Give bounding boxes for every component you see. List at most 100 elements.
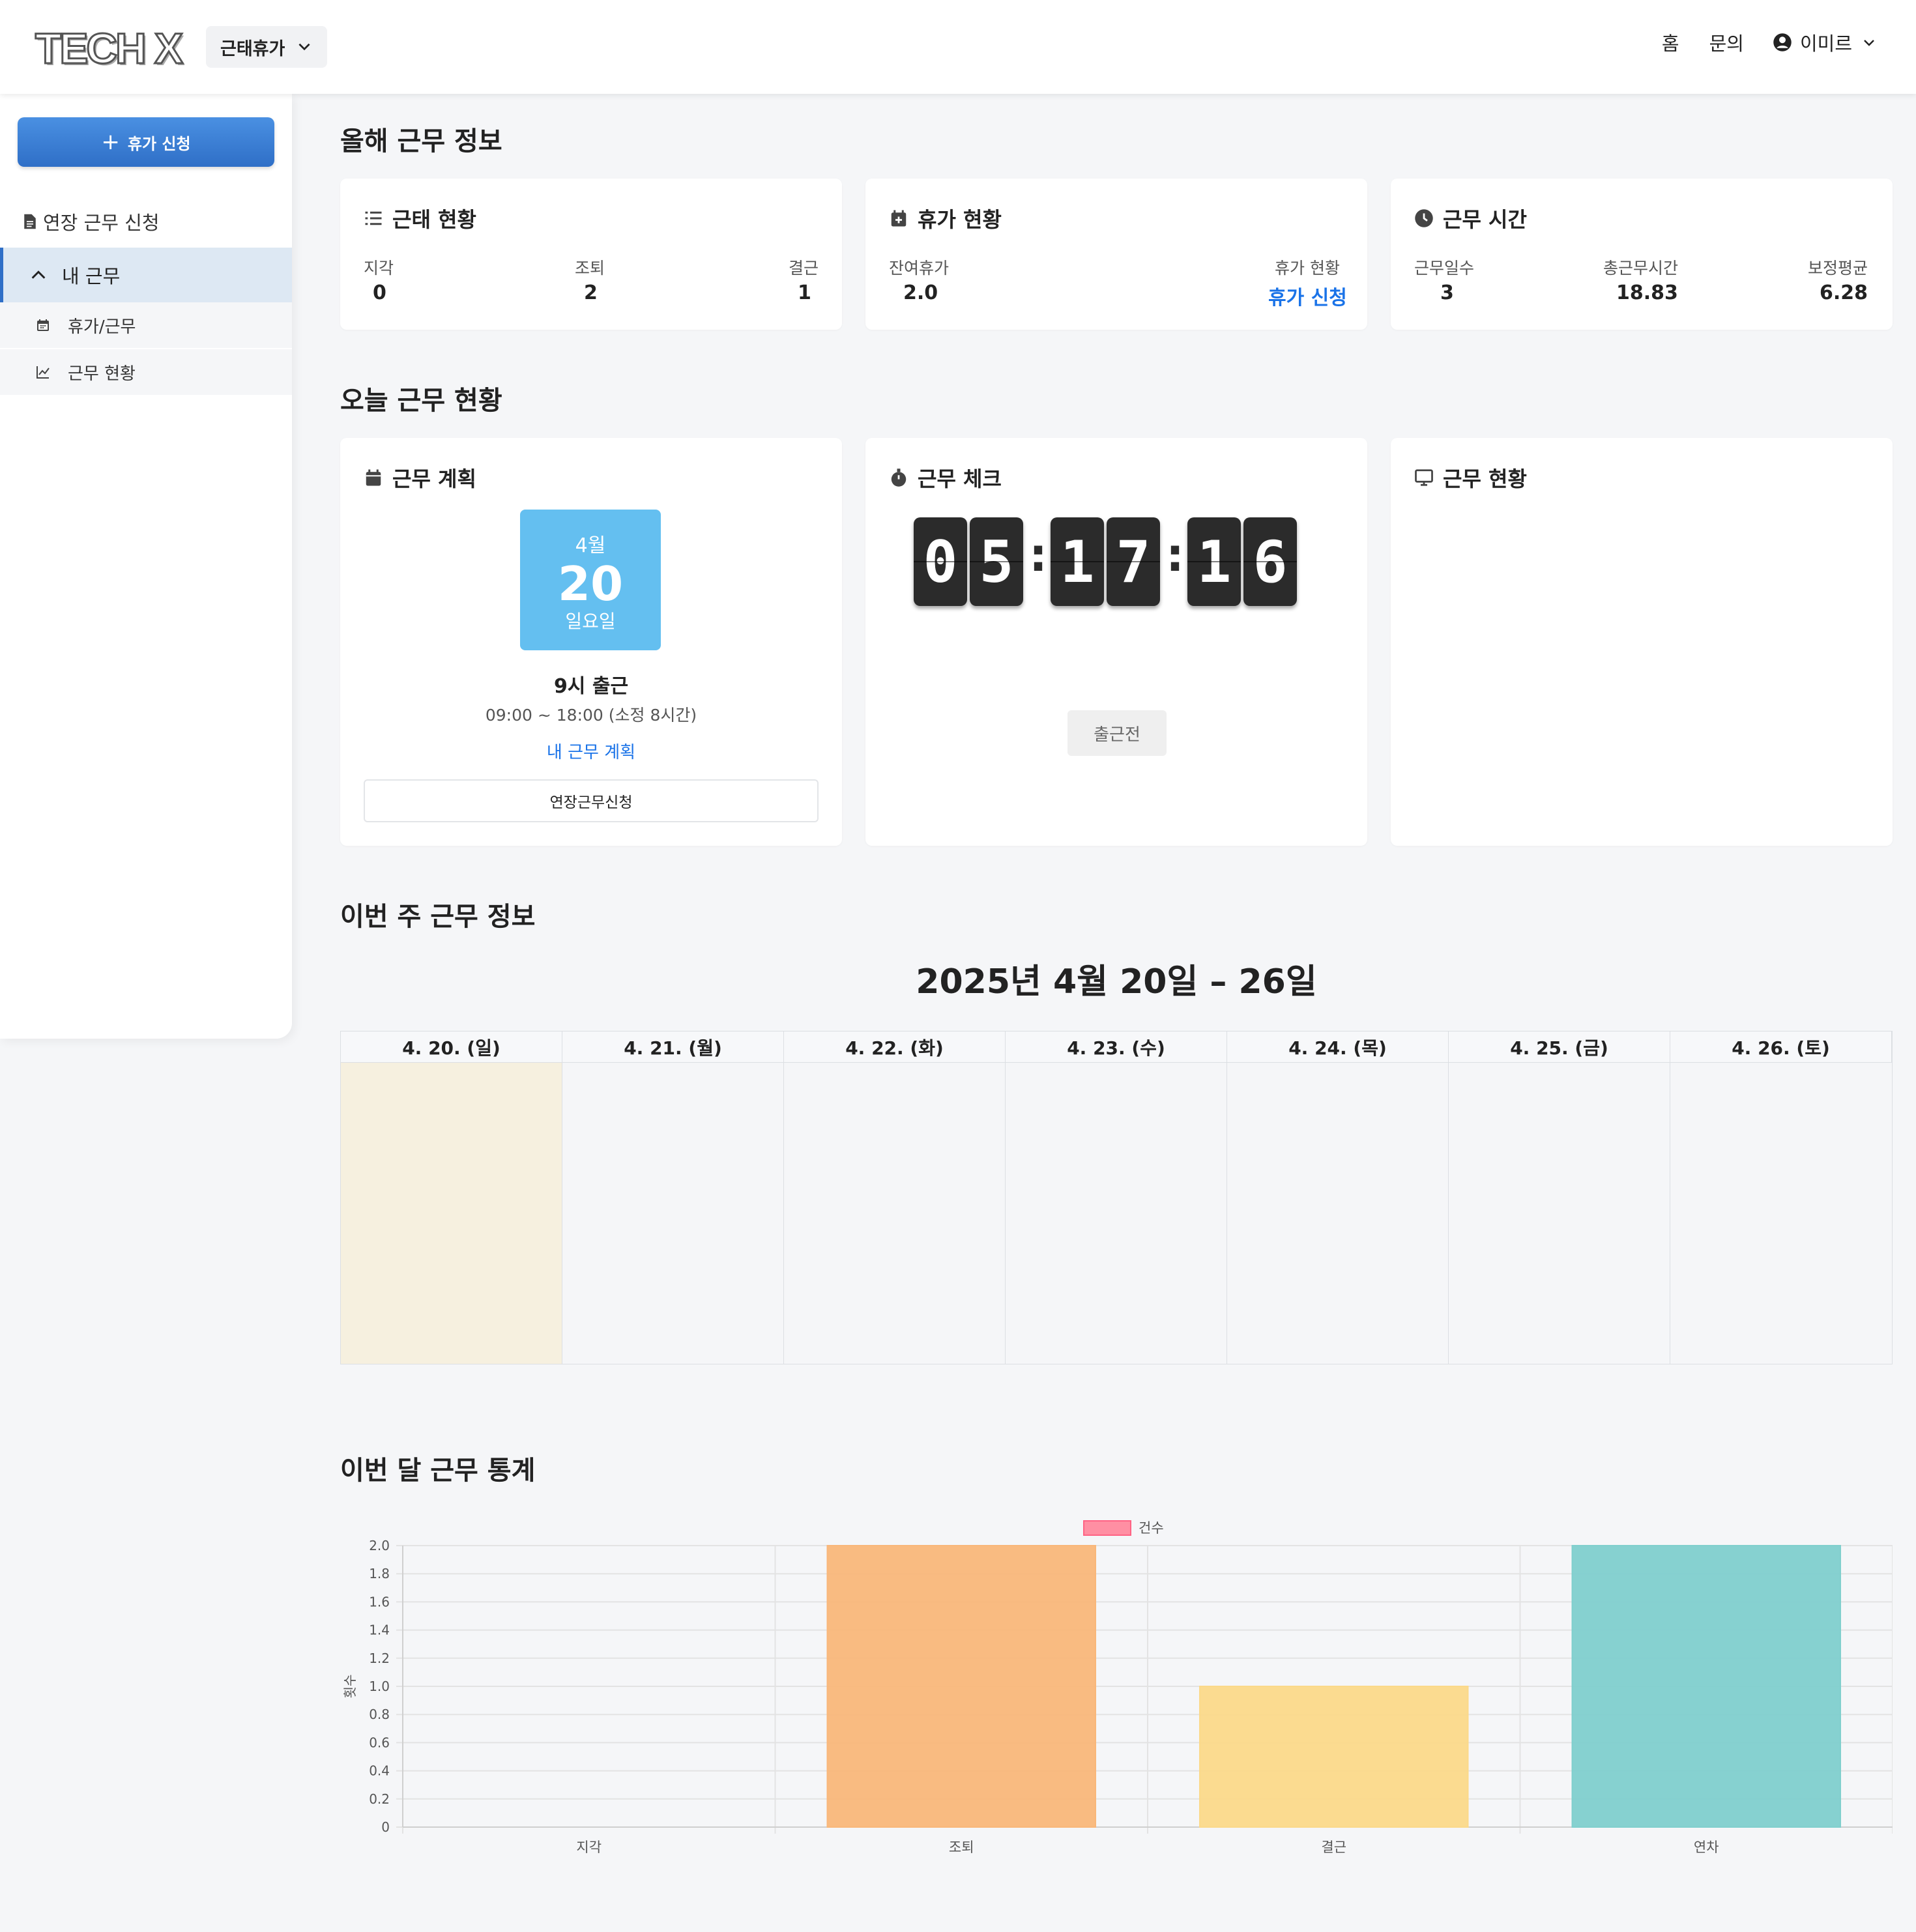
stat-label-leave-status: 휴가 현황 <box>1275 259 1340 278</box>
card-title: 근무 체크 <box>889 463 1002 493</box>
date-day: 20 <box>557 556 624 611</box>
module-select-label: 근태휴가 <box>220 38 285 59</box>
section-title-week: 이번 주 근무 정보 <box>340 902 536 932</box>
logo[interactable]: TECH X <box>34 23 184 74</box>
stat-value-late: 0 <box>373 281 386 304</box>
clock-in-status-button[interactable]: 출근전 <box>1067 710 1167 756</box>
clock-icon <box>1415 209 1433 227</box>
legend-label: 건수 <box>1139 1520 1164 1536</box>
stat-value-early: 2 <box>584 281 598 304</box>
day-cell[interactable] <box>1449 1063 1670 1364</box>
nav-inquiry[interactable]: 문의 <box>1709 29 1744 56</box>
card-title-text: 근무 계획 <box>392 467 476 491</box>
document-icon <box>24 214 36 229</box>
day-header: 4. 21. (월) <box>562 1031 784 1063</box>
card-title: 근무 시간 <box>1414 203 1527 233</box>
day-header: 4. 20. (일) <box>341 1031 562 1063</box>
nav-home[interactable]: 홈 <box>1662 29 1679 56</box>
date-month: 4월 <box>575 534 606 557</box>
section-title-today: 오늘 근무 현황 <box>340 386 502 416</box>
leave-apply-button[interactable]: + 휴가 신청 <box>18 117 274 167</box>
x-tick-label: 조퇴 <box>949 1839 974 1855</box>
y-tick-label: 1.2 <box>369 1651 390 1666</box>
date-badge: 4월 20 일요일 <box>520 510 661 650</box>
calendar-icon <box>366 469 381 486</box>
week-calendar: 4. 20. (일) 4. 21. (월) 4. 22. (화) 4. 23. … <box>340 1031 1893 1364</box>
stat-value-average: 6.28 <box>1820 281 1868 304</box>
x-tick-label: 결근 <box>1321 1839 1346 1855</box>
card-title: 휴가 현황 <box>889 203 1002 233</box>
plus-icon: + <box>101 129 120 155</box>
attendance-card: 근태 현황 지각 조퇴 결근 0 2 1 <box>340 179 842 330</box>
stat-value-absent: 1 <box>798 281 811 304</box>
clock-colon: : <box>1029 528 1047 582</box>
section-title-yearly: 올해 근무 정보 <box>340 126 502 156</box>
bar <box>1199 1686 1469 1828</box>
card-title-text: 근무 현황 <box>1443 467 1527 491</box>
y-tick-label: 2.0 <box>369 1538 390 1553</box>
stopwatch-icon <box>891 469 907 487</box>
stat-label-late: 지각 <box>364 259 394 278</box>
flip-clock: 0 5 : 1 7 : 1 6 <box>914 517 1299 606</box>
card-title-text: 근무 체크 <box>918 467 1002 491</box>
calendar-icon <box>37 319 49 331</box>
date-weekday: 일요일 <box>565 611 616 632</box>
chevron-down-icon <box>1864 40 1874 46</box>
day-header: 4. 22. (화) <box>784 1031 1006 1063</box>
work-plan-card: 근무 계획 4월 20 일요일 9시 출근 09:00 ~ 18:00 (소정 … <box>340 438 842 846</box>
stat-value-workdays: 3 <box>1440 281 1454 304</box>
sidebar-item-label: 연장 근무 신청 <box>43 212 160 234</box>
overtime-request-button[interactable]: 연장근무신청 <box>364 779 819 822</box>
my-work-plan-link[interactable]: 내 근무 계획 <box>340 739 842 763</box>
sidebar-item-label: 근무 현황 <box>68 364 136 384</box>
monthly-stats-chart: 0 0.2 0.4 0.6 0.8 1.0 1.2 1.4 1.6 1.8 2.0 지각 조퇴 결근 연차 횟… <box>340 1505 1893 1870</box>
day-cell[interactable] <box>341 1063 562 1364</box>
bar-chart: 0 0.2 0.4 0.6 0.8 1.0 1.2 1.4 1.6 1.8 2.0 지각 조퇴 결근 연차 횟… <box>342 1520 1893 1855</box>
user-menu[interactable]: 이미르 <box>1773 29 1885 56</box>
stat-value-remaining: 2.0 <box>903 281 938 304</box>
day-cell[interactable] <box>562 1063 784 1364</box>
day-cell[interactable] <box>1006 1063 1227 1364</box>
sidebar-item-work-status[interactable]: 근무 현황 <box>0 349 292 395</box>
sidebar: + 휴가 신청 연장 근무 신청 내 근무 휴가/근무 근무 현황 <box>0 94 292 1039</box>
y-tick-label: 0.2 <box>369 1791 390 1807</box>
day-header: 4. 23. (수) <box>1006 1031 1227 1063</box>
clock-digit: 1 <box>1051 517 1104 606</box>
clock-digit: 5 <box>970 517 1023 606</box>
bar <box>826 1545 1096 1828</box>
y-tick-label: 1.8 <box>369 1566 390 1581</box>
day-cell[interactable] <box>784 1063 1006 1364</box>
day-header: 4. 24. (목) <box>1227 1031 1449 1063</box>
x-tick-label: 지각 <box>576 1839 602 1855</box>
top-nav: 홈 문의 이미르 <box>1632 29 1885 56</box>
user-circle-icon <box>1773 33 1792 51</box>
stat-label-absent: 결근 <box>789 259 819 278</box>
work-status-card: 근무 현황 <box>1391 438 1893 846</box>
day-header: 4. 26. (토) <box>1670 1031 1892 1063</box>
clock-digit: 0 <box>914 517 967 606</box>
sidebar-item-overtime[interactable]: 연장 근무 신청 <box>23 208 160 235</box>
stat-label-average: 보정평균 <box>1808 259 1868 278</box>
leave-apply-link[interactable]: 휴가 신청 <box>1268 281 1347 310</box>
section-title-monthly: 이번 달 근무 통계 <box>340 1456 536 1486</box>
card-title: 근무 현황 <box>1414 463 1527 493</box>
sidebar-group-my-work[interactable]: 내 근무 <box>0 248 292 302</box>
card-title-text: 근태 현황 <box>392 207 476 232</box>
stat-value-total-hours: 18.83 <box>1616 281 1678 304</box>
y-axis-label: 횟수 <box>342 1675 358 1699</box>
chevron-down-icon <box>298 43 310 51</box>
chevron-up-icon <box>31 270 46 279</box>
top-header: TECH X 근태휴가 홈 문의 이미르 <box>0 0 1916 94</box>
day-cell[interactable] <box>1670 1063 1892 1364</box>
sidebar-item-leave-work[interactable]: 휴가/근무 <box>0 302 292 348</box>
card-title: 근태 현황 <box>364 203 476 233</box>
y-tick-label: 1.6 <box>369 1594 390 1609</box>
day-cell[interactable] <box>1227 1063 1449 1364</box>
module-select[interactable]: 근태휴가 <box>206 26 327 68</box>
clock-colon: : <box>1166 528 1184 582</box>
week-range: 2025년 4월 20일 – 26일 <box>916 962 1317 1002</box>
monitor-icon <box>1415 469 1433 486</box>
x-tick-label: 연차 <box>1694 1839 1719 1855</box>
hours-card: 근무 시간 근무일수 총근무시간 보정평균 3 18.83 6.28 <box>1391 179 1893 330</box>
line-chart-icon <box>36 366 50 379</box>
